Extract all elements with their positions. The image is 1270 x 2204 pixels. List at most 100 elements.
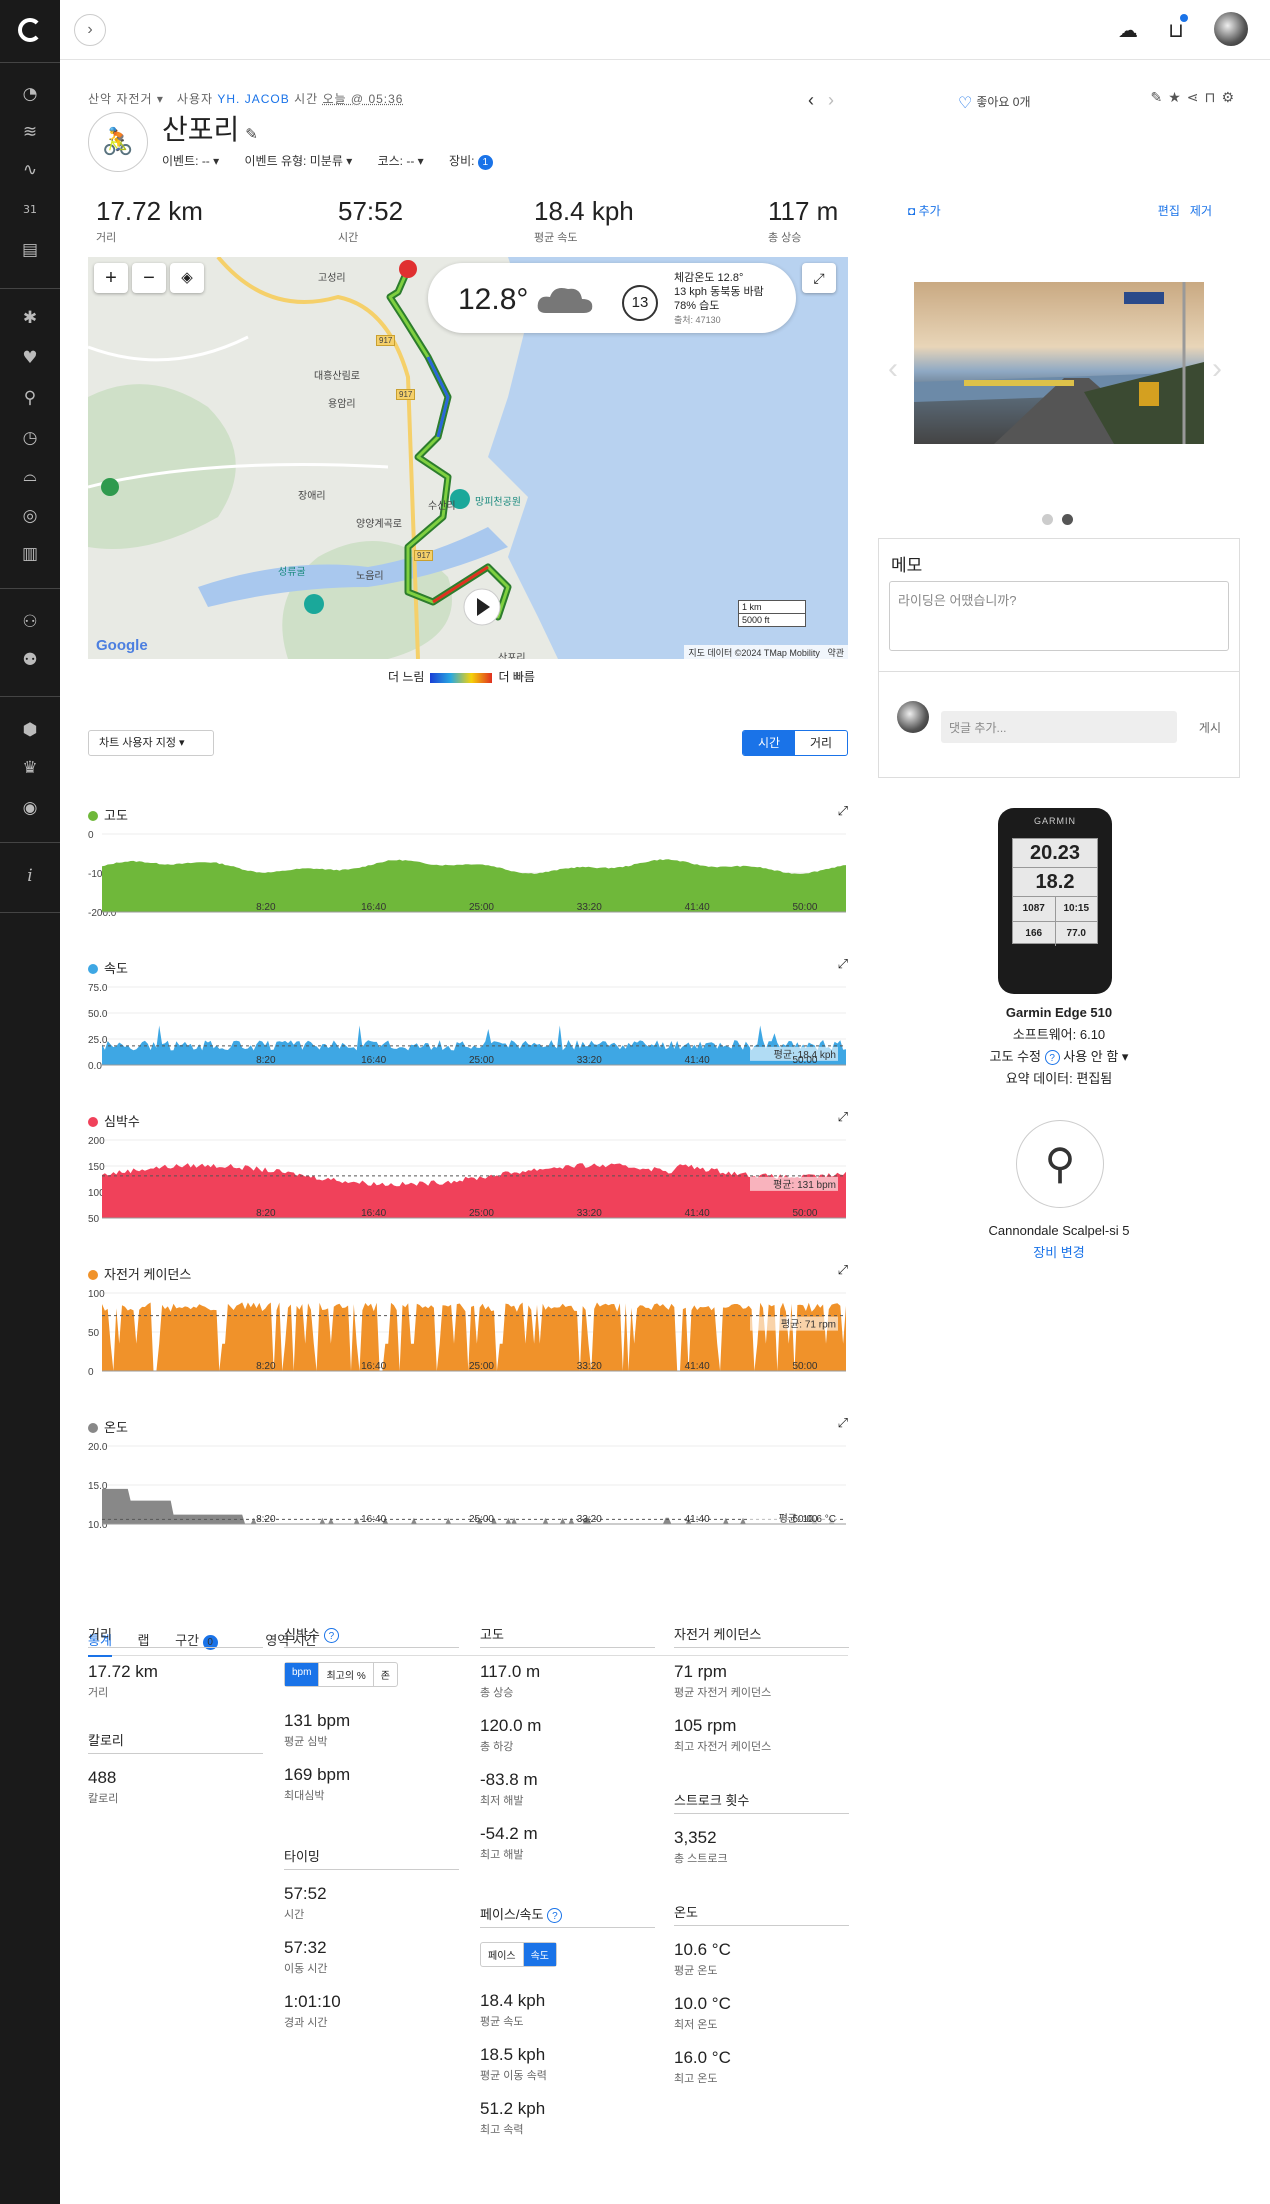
x-tick-label: 16:40 [361, 1361, 386, 1372]
change-gear-link[interactable]: 장비 변경 [878, 1242, 1240, 1264]
help-icon[interactable]: ? [323, 1628, 339, 1643]
insights-bulb-icon[interactable]: ◎ [20, 506, 40, 526]
event-type-select[interactable]: 이벤트 유형: 미분류 ▾ [245, 154, 353, 168]
expand-sidebar-button[interactable]: › [74, 14, 106, 46]
help-icon[interactable]: ? [547, 1908, 563, 1923]
upload-icon[interactable]: ☁ [1114, 16, 1142, 44]
photo-prev-icon[interactable]: ‹ [888, 352, 898, 386]
shoe-icon[interactable]: ⌓ [20, 466, 40, 486]
post-comment-button[interactable]: 게시 [1199, 719, 1221, 736]
expand-chart-icon[interactable]: ⤢ [838, 1262, 848, 1278]
stat-item: 10.0 °C 최저 온도 [674, 1994, 849, 2032]
activity-title[interactable]: 산포리 ✎ [162, 108, 258, 148]
dashboard-icon[interactable]: ◔ [20, 84, 40, 104]
edit-icon[interactable]: ✎ [1150, 90, 1168, 106]
photo-next-icon[interactable]: › [1212, 352, 1222, 386]
zoom-out-button[interactable]: − [132, 263, 166, 293]
add-photo-button[interactable]: ◘ 추가 [908, 204, 941, 218]
event-select[interactable]: 이벤트: -- ▾ [162, 154, 219, 168]
groups-icon[interactable]: ⚉ [20, 650, 40, 670]
stats-section-title: 거리 [88, 1624, 263, 1648]
chart-cadence[interactable]: 100 50 0 평균: 71 rpm 8:20 16:40 25:00 33:20 41:40… [88, 1285, 848, 1397]
gear-select[interactable]: 장비: 1 [449, 154, 515, 170]
page-dot[interactable] [1042, 514, 1053, 525]
help-icon[interactable]: ? [1044, 1050, 1060, 1065]
badges-icon[interactable]: ⬢ [20, 720, 40, 740]
news-icon[interactable]: ▤ [20, 240, 40, 260]
stat-value: 131 bpm [284, 1711, 351, 1730]
edit-title-icon[interactable]: ✎ [245, 126, 258, 143]
stopwatch-icon[interactable]: ◷ [20, 428, 40, 448]
trends-icon[interactable]: ∿ [20, 160, 40, 180]
toggle-option[interactable]: 존 [374, 1663, 397, 1686]
notes-textarea[interactable]: 라이딩은 어땠습니까? [889, 581, 1229, 651]
like-button[interactable]: ♡ 좋아요 0개 [958, 93, 1031, 113]
info-icon[interactable]: i [20, 866, 40, 886]
map-place-label: 성류굴 [278, 567, 306, 578]
elev-correction-select[interactable]: 사용 안 함 ▾ [1063, 1049, 1128, 1064]
favorite-star-icon[interactable]: ★ [1168, 90, 1187, 106]
reports-icon[interactable]: ▥ [20, 544, 40, 564]
stat-value: 105 rpm [674, 1716, 737, 1735]
gear-label: 장비: [449, 154, 475, 168]
connections-icon[interactable]: ⚇ [20, 612, 40, 632]
fullscreen-icon[interactable]: ⤢ [802, 263, 836, 293]
toggle-option[interactable]: 페이스 [481, 1943, 524, 1966]
user-link[interactable]: YH. JACOB [217, 92, 289, 106]
chart-title-cadence: 자전거 케이던스 [88, 1264, 191, 1283]
layers-icon[interactable]: ≋ [20, 122, 40, 142]
zoom-in-button[interactable]: + [94, 263, 128, 293]
health-heart-icon[interactable]: ♥ [20, 348, 40, 368]
chart-title-text: 심박수 [104, 1114, 140, 1129]
map-place-label: 용암리 [328, 399, 356, 410]
toggle-option[interactable]: 속도 [523, 1943, 557, 1966]
lock-icon[interactable]: ⊓ [1205, 90, 1222, 106]
activity-photo[interactable] [914, 282, 1204, 444]
y-tick-label: 25.0 [88, 1035, 108, 1046]
breadcrumb: 산악 자전거 ▾ 사용자 YH. JACOB 시간 오늘 @ 05:36 [88, 92, 404, 106]
trophy-icon[interactable]: ♛ [20, 758, 40, 778]
x-axis-distance-button[interactable]: 거리 [795, 731, 847, 755]
garmin-connect-logo[interactable] [18, 18, 42, 42]
calendar-icon[interactable]: 31 [20, 200, 40, 220]
share-icon[interactable]: ⋖ [1187, 90, 1205, 106]
stats-section-title: 온도 [674, 1902, 849, 1926]
y-tick-label: 200 [88, 1136, 105, 1147]
elev-correction-label: 고도 수정 [989, 1049, 1041, 1064]
edit-photos-link[interactable]: 편집 [1158, 204, 1180, 218]
course-select[interactable]: 코스: -- ▾ [378, 154, 424, 168]
toggle-option[interactable]: 최고의 % [319, 1663, 374, 1686]
challenges-icon[interactable]: ◉ [20, 798, 40, 818]
terms-link[interactable]: 약관 [827, 648, 844, 658]
activity-type[interactable]: 산악 자전거 [88, 92, 153, 106]
chart-customize-button[interactable]: 차트 사용자 지정 ▾ [88, 730, 214, 756]
training-icon[interactable]: ⚲ [20, 388, 40, 408]
map-layers-icon[interactable]: ◈ [170, 263, 204, 293]
expand-chart-icon[interactable]: ⤢ [838, 956, 848, 972]
toggle-option[interactable]: bpm [285, 1663, 320, 1686]
page-dot-active[interactable] [1062, 514, 1073, 525]
x-axis-time-button[interactable]: 시간 [743, 731, 795, 755]
chart-speed[interactable]: 75.050.025.00.0평균: 18.4 kph8:20 16:40 25:0… [88, 979, 848, 1091]
prev-activity-icon[interactable]: ‹ [808, 90, 814, 110]
stat-label: 이동 시간 [284, 1963, 328, 1975]
stat-value: 18.5 kph [480, 2045, 546, 2064]
weather-panel[interactable]: 12.8° 13 체감온도 12.8° 13 kph 동북동 바람 78% 습도… [428, 263, 796, 333]
chart-heart_rate[interactable]: 20015010050평균: 131 bpm8:20 16:40 25:00 33:2… [88, 1132, 848, 1244]
comment-input[interactable]: 댓글 추가... [941, 711, 1177, 743]
route-map[interactable]: + − ◈ ⤢ 12.8° 13 체감온도 12.8° 13 kph 동북동 바… [88, 257, 848, 659]
summary-stats: 17.72 km 거리 57:52 시간 18.4 kph 평균 속도 117 m 총 … [88, 196, 848, 246]
chart-temperature[interactable]: 20.015.010.0평균: 10.6 °C8:20 16:40 25:00 33:… [88, 1438, 848, 1550]
user-avatar[interactable] [1214, 12, 1248, 46]
chart-title-text: 고도 [104, 808, 128, 823]
settings-gear-icon[interactable]: ⚙ [1221, 90, 1240, 106]
sidebar-divider [0, 288, 60, 289]
expand-chart-icon[interactable]: ⤢ [838, 1109, 848, 1125]
chart-elevation[interactable]: 0-100.0-200.08:2016:4025:0033:2041:4050:… [88, 826, 848, 938]
expand-chart-icon[interactable]: ⤢ [838, 803, 848, 819]
stat-label: 경과 시간 [284, 2017, 328, 2029]
expand-chart-icon[interactable]: ⤢ [838, 1415, 848, 1431]
activities-icon[interactable]: ✱ [20, 308, 40, 328]
remove-photo-link[interactable]: 제거 [1190, 204, 1212, 218]
likes-count: 좋아요 0개 [976, 95, 1031, 109]
